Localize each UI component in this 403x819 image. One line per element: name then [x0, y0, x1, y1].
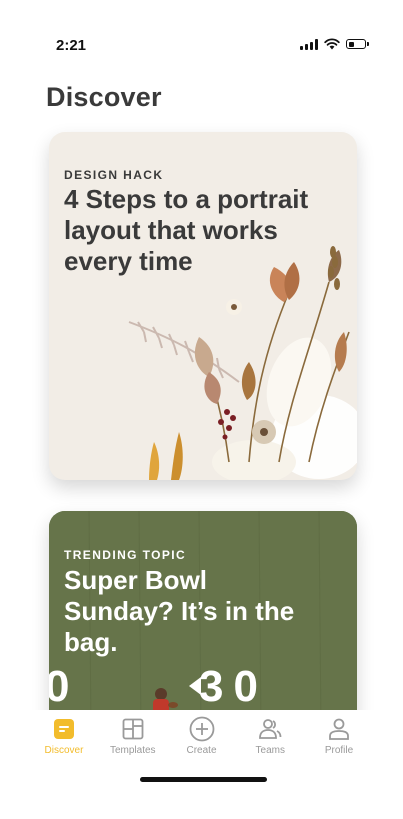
status-icons: [300, 38, 369, 50]
cellular-signal-icon: [300, 38, 318, 50]
bottom-tab-bar: Discover Templates Create Teams Profile: [0, 710, 403, 770]
profile-icon: [326, 716, 352, 742]
card-tag: TRENDING TOPIC: [64, 548, 187, 562]
battery-level: [348, 41, 355, 47]
discover-icon: [51, 716, 77, 742]
tab-create[interactable]: Create: [170, 710, 234, 770]
tab-label: Profile: [324, 745, 354, 756]
card-title: Super Bowl Sunday? It’s in the bag.: [64, 565, 295, 657]
tab-label: Discover: [44, 745, 84, 756]
templates-icon: [120, 716, 146, 742]
wifi-icon: [324, 38, 340, 50]
tab-label: Teams: [255, 745, 285, 756]
create-plus-icon: [189, 716, 215, 742]
tab-label: Create: [186, 745, 217, 756]
article-card-trending-topic[interactable]: 0 30 TRENDING TOPIC Super Bowl Sunday? I…: [49, 511, 357, 731]
card-title: 4 Steps to a portrait layout that works …: [64, 184, 309, 276]
phone-screen: 2:21 Discover DESIGN HACK 4 Steps to a p…: [0, 0, 403, 819]
tab-discover[interactable]: Discover: [32, 710, 96, 770]
tab-templates[interactable]: Templates: [101, 710, 165, 770]
tab-label: Templates: [109, 745, 156, 756]
home-indicator[interactable]: [140, 777, 267, 782]
tab-profile[interactable]: Profile: [307, 710, 371, 770]
yard-marker-left: 0: [49, 662, 70, 711]
battery-icon: [346, 39, 369, 49]
teams-icon: [257, 716, 283, 742]
article-card-design-hack[interactable]: DESIGN HACK 4 Steps to a portrait layout…: [49, 132, 357, 480]
tab-teams[interactable]: Teams: [238, 710, 302, 770]
page-title: Discover: [46, 82, 162, 112]
status-time: 2:21: [56, 37, 87, 54]
yard-marker-right: 30: [199, 662, 268, 711]
card-tag: DESIGN HACK: [64, 168, 164, 182]
